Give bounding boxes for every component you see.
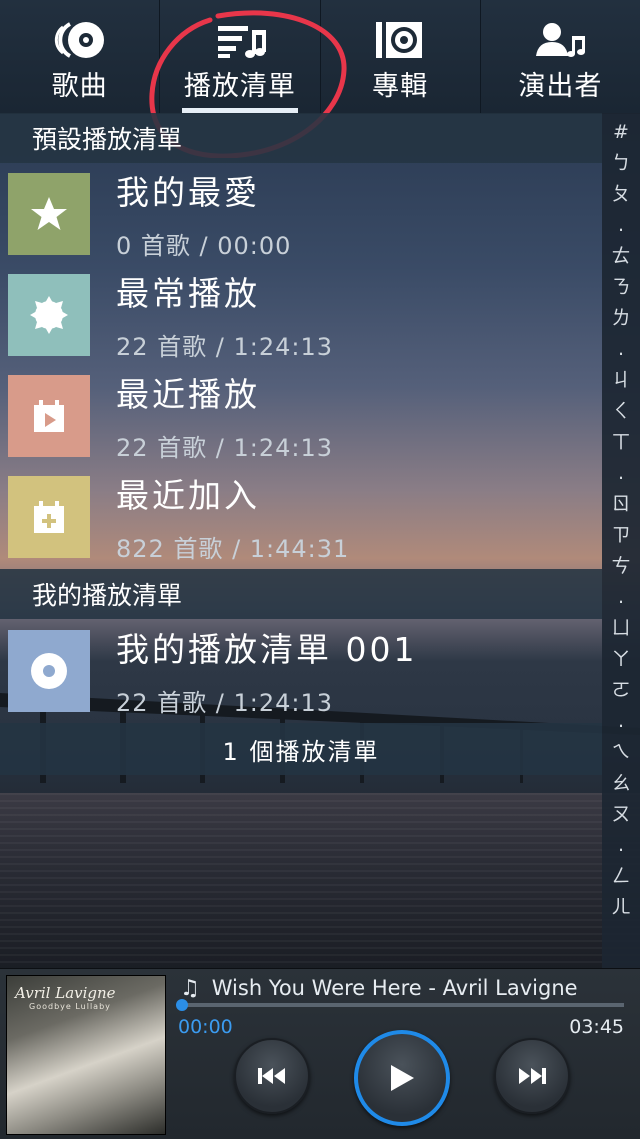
index-letter[interactable]: ㄦ: [611, 892, 630, 923]
index-letter[interactable]: .: [618, 582, 624, 613]
index-letter[interactable]: ㄒ: [611, 427, 630, 458]
playlist-icon: [213, 18, 267, 62]
cover-album: Goodbye Lullaby: [29, 1002, 111, 1011]
play-button[interactable]: [354, 1030, 450, 1126]
tab-label: 歌曲: [51, 71, 108, 102]
index-letter[interactable]: #: [613, 117, 629, 148]
badge-icon: [8, 273, 90, 356]
index-letter[interactable]: .: [618, 830, 624, 861]
section-title: 預設播放清單: [32, 125, 183, 154]
artist-icon: [533, 18, 587, 62]
index-letter[interactable]: ㄐ: [611, 365, 630, 396]
playlist-title: 最常播放: [116, 274, 260, 313]
playlist-row-favorites[interactable]: 我的最愛 0 首歌 / 00:00: [0, 163, 602, 264]
index-letter[interactable]: ㄆ: [611, 179, 630, 210]
index-letter[interactable]: ㄊ: [611, 241, 630, 272]
album-icon: [373, 18, 427, 62]
section-my-playlists: 我的播放清單: [0, 569, 602, 619]
index-letter[interactable]: ㄌ: [611, 303, 630, 334]
previous-button[interactable]: [234, 1038, 310, 1114]
index-letter[interactable]: ㄋ: [611, 272, 630, 303]
cover-artist: Avril Lavigne: [15, 984, 116, 1002]
water: [0, 793, 640, 970]
now-playing[interactable]: ♫ Wish You Were Here - Avril Lavigne: [180, 971, 578, 1005]
index-letter[interactable]: .: [618, 334, 624, 365]
my-playlist-list: 我的播放清單 001 22 首歌 / 1:24:13: [0, 620, 602, 721]
elapsed-time: 00:00: [178, 1016, 233, 1038]
playlist-title: 我的最愛: [116, 173, 260, 212]
index-letter[interactable]: ㄗ: [611, 520, 630, 551]
index-letter[interactable]: .: [618, 458, 624, 489]
playlist-row-most-played[interactable]: 最常播放 22 首歌 / 1:24:13: [0, 264, 602, 365]
playlist-row-001[interactable]: 我的播放清單 001 22 首歌 / 1:24:13: [0, 620, 602, 721]
disc-icon: [8, 629, 90, 712]
index-letter[interactable]: ㄅ: [611, 148, 630, 179]
index-letter[interactable]: ㄑ: [611, 396, 630, 427]
index-letter[interactable]: ㄖ: [611, 489, 630, 520]
playlist-row-recently-added[interactable]: 最近加入 822 首歌 / 1:44:31: [0, 466, 602, 567]
index-letter[interactable]: ㄟ: [611, 737, 630, 768]
song-title: Wish You Were Here - Avril Lavigne: [211, 976, 578, 1000]
section-title: 我的播放清單: [32, 581, 183, 610]
index-letter[interactable]: ㄩ: [611, 613, 630, 644]
playlist-count-text: 1 個播放清單: [222, 737, 380, 766]
calendar-add-icon: [8, 475, 90, 558]
index-letter[interactable]: .: [618, 210, 624, 241]
next-icon: [519, 1068, 546, 1084]
index-letter[interactable]: ㄥ: [611, 861, 630, 892]
playlist-title: 最近播放: [116, 375, 260, 414]
tab-bar: 歌曲 播放清單 專輯 演出者: [0, 0, 640, 114]
playlist-info: 22 首歌 / 1:24:13: [116, 689, 334, 717]
seek-bar[interactable]: [176, 999, 624, 1011]
tab-songs[interactable]: 歌曲: [0, 0, 161, 113]
index-letter[interactable]: .: [618, 706, 624, 737]
playlist-title: 最近加入: [116, 476, 260, 515]
section-default-playlists: 預設播放清單: [0, 113, 602, 163]
index-letter[interactable]: ㄡ: [611, 799, 630, 830]
playlist-info: 22 首歌 / 1:24:13: [116, 434, 334, 462]
playlist-info: 822 首歌 / 1:44:31: [116, 535, 350, 563]
tab-albums[interactable]: 專輯: [321, 0, 481, 113]
total-time: 03:45: [569, 1016, 624, 1038]
index-letter[interactable]: ㄘ: [611, 551, 630, 582]
playlist-count: 1 個播放清單: [0, 723, 602, 775]
tab-artists[interactable]: 演出者: [481, 0, 640, 113]
next-button[interactable]: [494, 1038, 570, 1114]
star-icon: [8, 172, 90, 255]
playlist-title: 我的播放清單 001: [116, 630, 418, 669]
default-playlist-list: 我的最愛 0 首歌 / 00:00 最常播放 22 首歌 / 1:24:13 最…: [0, 163, 602, 567]
playlist-info: 0 首歌 / 00:00: [116, 232, 292, 260]
music-note-icon: ♫: [180, 975, 200, 1001]
play-icon: [391, 1065, 414, 1091]
index-letter[interactable]: ㄠ: [611, 768, 630, 799]
calendar-play-icon: [8, 374, 90, 457]
index-scrollbar[interactable]: # ㄅㄆ. ㄊㄋㄌ. ㄐㄑㄒ. ㄖㄗㄘ. ㄩㄚㄛ. ㄟㄠㄡ. ㄥㄦ: [602, 113, 640, 970]
seek-knob[interactable]: [176, 999, 188, 1011]
index-letter[interactable]: ㄚ: [611, 644, 630, 675]
tab-label: 播放清單: [183, 71, 296, 102]
playlist-row-recently-played[interactable]: 最近播放 22 首歌 / 1:24:13: [0, 365, 602, 466]
playlist-info: 22 首歌 / 1:24:13: [116, 333, 334, 361]
tab-label: 演出者: [518, 71, 603, 102]
previous-icon: [258, 1068, 285, 1084]
disc-icon: [53, 18, 107, 62]
album-cover[interactable]: Avril Lavigne Goodbye Lullaby: [6, 975, 166, 1135]
tab-playlists[interactable]: 播放清單: [160, 0, 321, 113]
index-letter[interactable]: ㄛ: [611, 675, 630, 706]
tab-label: 專輯: [372, 71, 429, 102]
